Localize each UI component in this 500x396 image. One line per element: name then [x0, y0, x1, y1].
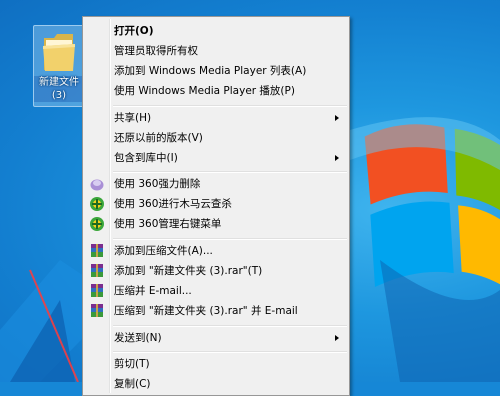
- 360-shred-icon: [90, 179, 104, 191]
- winrar-icon: [91, 304, 103, 317]
- folder-icon: [43, 34, 75, 71]
- menu-item-add-to-archive[interactable]: 添加到压缩文件(A)...: [85, 241, 347, 261]
- menu-item-add-to-rar[interactable]: 添加到 "新建文件夹 (3).rar"(T): [85, 261, 347, 281]
- menu-separator: [113, 351, 347, 353]
- desktop-folder-icon[interactable]: 新建文件 (3): [33, 25, 85, 107]
- menu-item-compress-and-email[interactable]: 压缩并 E-mail...: [85, 281, 347, 301]
- desktop-folder-label: 新建文件 (3): [34, 76, 84, 102]
- menu-item-360-force-delete[interactable]: 使用 360强力删除: [85, 174, 347, 194]
- menu-item-compress-to-rar-and-email[interactable]: 压缩到 "新建文件夹 (3).rar" 并 E-mail: [85, 301, 347, 321]
- menu-separator: [113, 105, 347, 107]
- menu-item-360-trojan-scan[interactable]: 使用 360进行木马云查杀: [85, 194, 347, 214]
- menu-item-include-in-library[interactable]: 包含到库中(I): [85, 148, 347, 168]
- menu-item-restore-previous-versions[interactable]: 还原以前的版本(V): [85, 128, 347, 148]
- menu-item-share[interactable]: 共享(H): [85, 108, 347, 128]
- menu-separator: [113, 238, 347, 240]
- winrar-icon: [91, 284, 103, 297]
- submenu-arrow-icon: [335, 155, 339, 161]
- menu-item-360-manage-context-menu[interactable]: 使用 360管理右键菜单: [85, 214, 347, 234]
- menu-item-copy[interactable]: 复制(C): [85, 374, 347, 394]
- 360-menu-manager-icon: [90, 217, 104, 231]
- menu-item-send-to[interactable]: 发送到(N): [85, 328, 347, 348]
- menu-item-add-to-wmp-list[interactable]: 添加到 Windows Media Player 列表(A): [85, 61, 347, 81]
- submenu-arrow-icon: [335, 335, 339, 341]
- menu-item-cut[interactable]: 剪切(T): [85, 354, 347, 374]
- context-menu: 打开(O) 管理员取得所有权 添加到 Windows Media Player …: [82, 16, 350, 396]
- menu-separator: [113, 171, 347, 173]
- winrar-icon: [91, 244, 103, 257]
- menu-item-open[interactable]: 打开(O): [85, 21, 347, 41]
- menu-item-play-with-wmp[interactable]: 使用 Windows Media Player 播放(P): [85, 81, 347, 101]
- winrar-icon: [91, 264, 103, 277]
- menu-item-take-ownership[interactable]: 管理员取得所有权: [85, 41, 347, 61]
- menu-separator: [113, 325, 347, 327]
- 360-scan-icon: [90, 197, 104, 211]
- submenu-arrow-icon: [335, 115, 339, 121]
